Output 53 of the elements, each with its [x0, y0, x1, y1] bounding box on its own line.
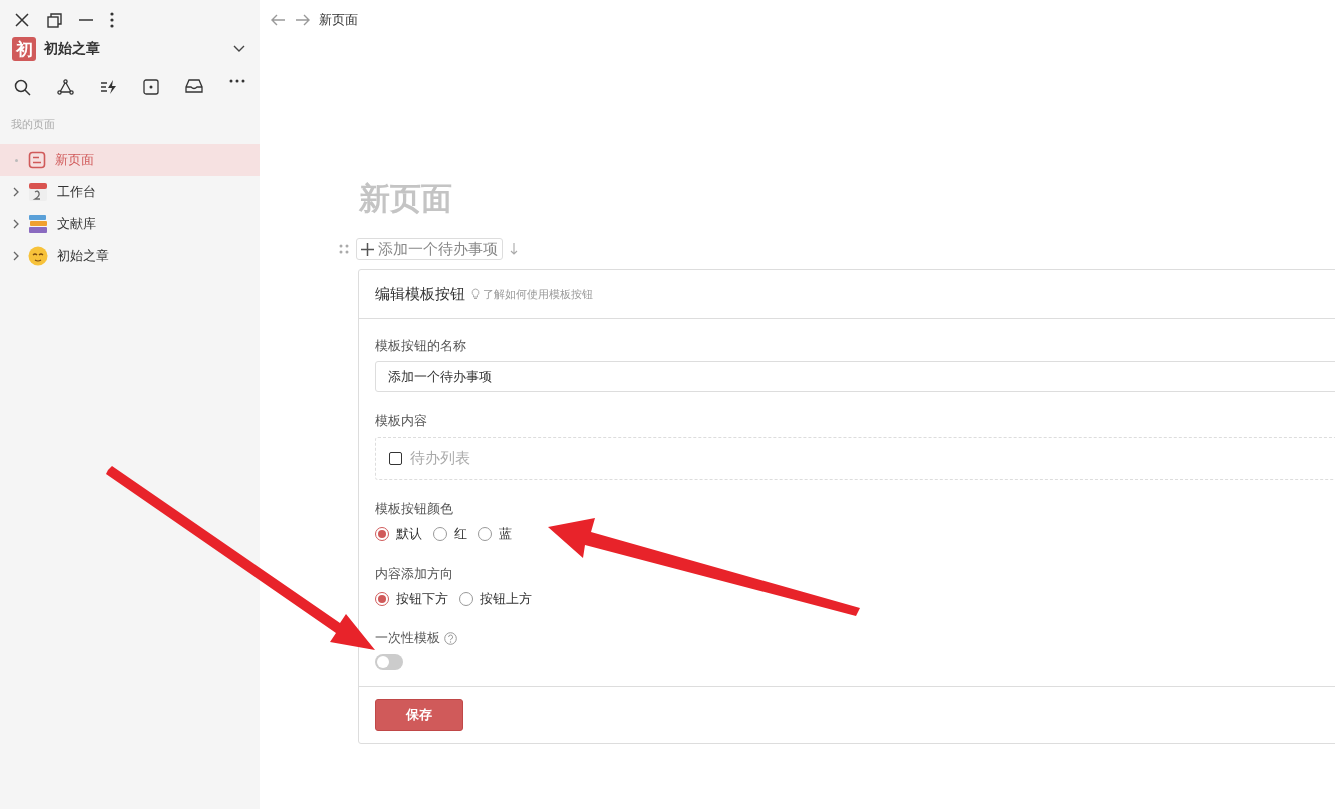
- back-arrow-icon[interactable]: [271, 14, 286, 26]
- lightning-list-icon[interactable]: [99, 79, 118, 95]
- workspace-name[interactable]: 初始之章: [44, 40, 233, 58]
- down-arrow-icon: [510, 243, 518, 255]
- chevron-down-icon[interactable]: [233, 45, 245, 53]
- books-icon: [28, 214, 48, 234]
- inbox-icon[interactable]: [185, 79, 204, 94]
- minimize-icon[interactable]: [79, 18, 93, 22]
- radio-button[interactable]: [375, 592, 389, 606]
- sidebar-item[interactable]: 初始之章: [0, 240, 260, 272]
- radio-button[interactable]: [375, 527, 389, 541]
- radio-option[interactable]: 按钮上方: [459, 590, 532, 608]
- template-button[interactable]: 添加一个待办事项: [356, 238, 503, 260]
- editor-title: 编辑模板按钮: [375, 284, 465, 304]
- page-title: 新页面: [359, 179, 452, 218]
- section-title: 我的页面: [10, 117, 56, 133]
- radio-button[interactable]: [459, 592, 473, 606]
- radio-button[interactable]: [478, 527, 492, 541]
- toggle-switch[interactable]: [375, 654, 403, 670]
- graph-icon[interactable]: [56, 79, 74, 95]
- close-icon[interactable]: [14, 12, 30, 28]
- name-field[interactable]: 添加一个待办事项: [375, 361, 1335, 392]
- radio-button[interactable]: [433, 527, 447, 541]
- drag-handle-icon[interactable]: [339, 244, 349, 254]
- forward-arrow-icon[interactable]: [295, 14, 310, 26]
- search-icon[interactable]: [14, 79, 31, 96]
- save-button[interactable]: 保存: [375, 699, 463, 731]
- radio-option[interactable]: 默认: [375, 525, 422, 543]
- restore-window-icon[interactable]: [47, 12, 62, 28]
- field-label: 一次性模板: [375, 629, 440, 647]
- more-vertical-icon[interactable]: [110, 12, 114, 28]
- bullet-icon: [14, 158, 18, 162]
- lightbulb-icon: [471, 288, 480, 300]
- radio-option[interactable]: 按钮下方: [375, 590, 448, 608]
- sidebar-item[interactable]: 文献库: [0, 208, 260, 240]
- field-label: 模板按钮颜色: [375, 500, 453, 518]
- sidebar-item[interactable]: 工作台: [0, 176, 260, 208]
- breadcrumb[interactable]: 新页面: [319, 11, 358, 29]
- field-label: 模板按钮的名称: [375, 337, 466, 355]
- more-icon[interactable]: [229, 79, 245, 83]
- radio-option[interactable]: 红: [433, 525, 467, 543]
- smiley-icon: [28, 246, 48, 266]
- plus-icon: [361, 242, 374, 256]
- field-label: 模板内容: [375, 412, 427, 430]
- field-label: 内容添加方向: [375, 565, 453, 583]
- workspace-logo: 初: [12, 37, 36, 61]
- checkbox[interactable]: [389, 452, 402, 465]
- chevron-right-icon[interactable]: [12, 187, 20, 197]
- calendar-icon: [28, 182, 48, 202]
- page-icon: [28, 151, 46, 169]
- radio-option[interactable]: 蓝: [478, 525, 512, 543]
- chevron-right-icon[interactable]: [12, 219, 20, 229]
- chevron-right-icon[interactable]: [12, 251, 20, 261]
